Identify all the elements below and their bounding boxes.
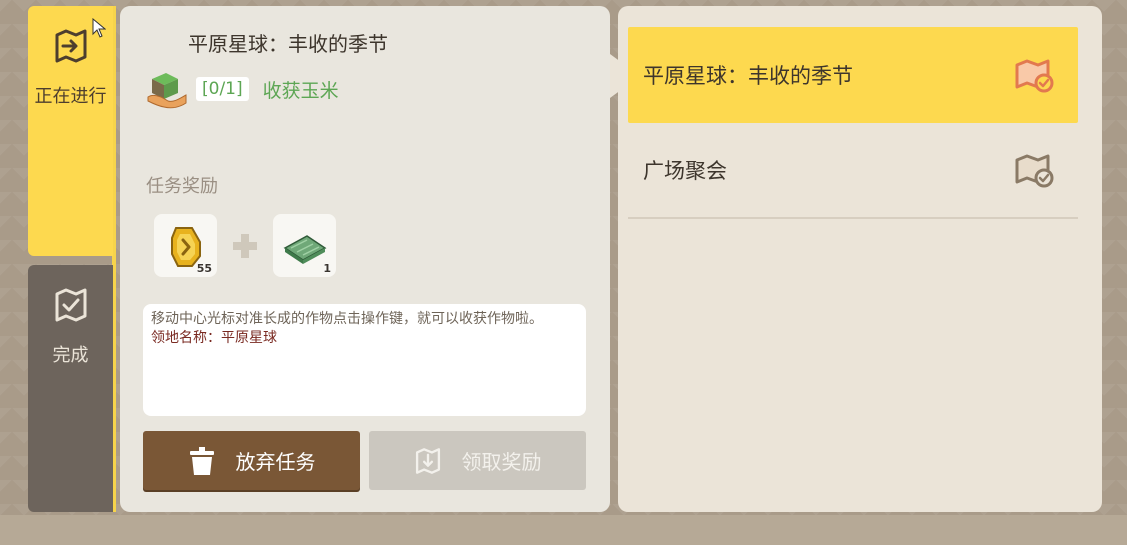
quest-item-name: 广场聚会 bbox=[643, 159, 727, 183]
map-arrow-icon bbox=[55, 29, 86, 63]
map-check-icon bbox=[1015, 59, 1054, 93]
quest-item-selected[interactable]: 平原星球：丰收的季节 bbox=[628, 27, 1078, 123]
tab-label: 完成 bbox=[52, 345, 89, 366]
reward-count: 1 bbox=[323, 262, 331, 275]
quest-detail-panel: 平原星球：丰收的季节 [0/1] 收获玉米 任务奖励 55 1 移动中心光标对准… bbox=[120, 6, 610, 512]
reward-title: 任务奖励 bbox=[146, 176, 218, 197]
reward-slot-carpet[interactable]: 1 bbox=[273, 214, 336, 277]
trash-icon bbox=[189, 446, 214, 475]
claim-reward-label: 领取奖励 bbox=[461, 450, 542, 474]
objective-text: 收获玉米 bbox=[262, 79, 339, 102]
tab-completed[interactable]: 完成 bbox=[28, 265, 113, 512]
abandon-quest-button[interactable]: 放弃任务 bbox=[143, 431, 360, 490]
map-download-icon bbox=[415, 447, 440, 474]
grass-block-hand-icon bbox=[147, 73, 187, 109]
map-check-icon bbox=[55, 288, 86, 322]
frame-bottom bbox=[0, 515, 1127, 545]
territory-name: 领地名称：平原星球 bbox=[151, 330, 277, 346]
claim-reward-button[interactable]: 领取奖励 bbox=[369, 431, 586, 490]
tab-label: 正在进行 bbox=[34, 86, 107, 107]
plus-icon bbox=[217, 214, 273, 277]
map-check-icon bbox=[1015, 154, 1054, 188]
objective-progress: [0/1] bbox=[196, 77, 249, 101]
quest-list-panel: 平原星球：丰收的季节 广场聚会 bbox=[618, 6, 1102, 512]
quest-item-name: 平原星球：丰收的季节 bbox=[643, 64, 853, 88]
quest-description-box: 移动中心光标对准长成的作物点击操作键，就可以收获作物啦。 领地名称：平原星球 bbox=[143, 304, 586, 416]
tab-in-progress[interactable]: 正在进行 bbox=[28, 6, 113, 256]
green-carpet-icon bbox=[283, 234, 326, 264]
quest-title: 平原星球：丰收的季节 bbox=[188, 32, 388, 56]
reward-list: 55 1 bbox=[154, 214, 336, 277]
quest-item[interactable]: 广场聚会 bbox=[628, 123, 1078, 219]
reward-count: 55 bbox=[196, 262, 212, 275]
quest-objective: [0/1] 收获玉米 bbox=[144, 68, 339, 110]
reward-slot-coin[interactable]: 55 bbox=[154, 214, 217, 277]
cursor-icon bbox=[92, 18, 106, 38]
abandon-quest-label: 放弃任务 bbox=[235, 450, 316, 474]
tab-strip: 正在进行 完成 bbox=[28, 6, 116, 512]
quest-description: 移动中心光标对准长成的作物点击操作键，就可以收获作物啦。 bbox=[151, 311, 543, 327]
